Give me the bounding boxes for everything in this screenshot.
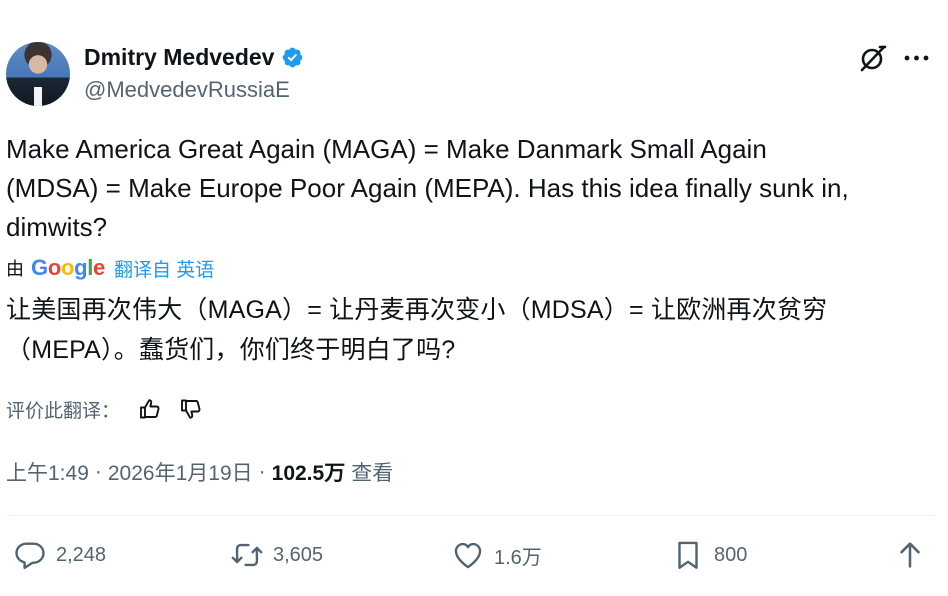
views-label: 查看	[351, 462, 394, 485]
reply-count: 2,248	[56, 543, 107, 566]
avatar[interactable]	[6, 42, 70, 106]
rate-translation-row: 评价此翻译：	[6, 395, 218, 423]
repost-button[interactable]: 3,605	[230, 533, 323, 577]
share-icon	[900, 542, 920, 568]
tweet-time[interactable]: 上午1:49	[6, 457, 89, 487]
share-button[interactable]	[893, 533, 927, 577]
meta-separator: ·	[258, 460, 266, 483]
repost-count: 3,605	[273, 543, 324, 566]
reply-bubble-icon	[15, 542, 45, 570]
retweet-icon	[231, 543, 263, 567]
divider	[6, 515, 936, 516]
like-count: 1.6万	[494, 546, 542, 569]
bookmark-icon	[678, 541, 698, 569]
meta-separator: ·	[94, 460, 102, 483]
author-name-row: Dmitry Medvedev	[84, 43, 304, 71]
tweet-actions-bar: 2,248 3,605 1.6万 800	[0, 533, 948, 577]
like-button[interactable]: 1.6万	[451, 533, 542, 577]
more-dots-icon[interactable]	[903, 53, 930, 63]
thumbs-up-icon[interactable]	[136, 395, 164, 423]
tweet-meta: 上午1:49 · 2026年1月19日 · 102.5万 查看	[6, 457, 393, 487]
thumbs-down-icon[interactable]	[177, 395, 205, 423]
verified-badge-icon[interactable]	[281, 46, 304, 69]
translated-from-link[interactable]: 翻译自 英语	[114, 255, 214, 282]
translated-by-label: 由	[6, 259, 24, 279]
heart-icon	[454, 542, 482, 569]
translated-text: 让美国再次伟大（MAGA）= 让丹麦再次变小（MDSA）= 让欧洲再次贫穷 （M…	[6, 296, 828, 364]
translation-attribution: 由 Google 翻译自 英语	[6, 254, 214, 282]
rate-translation-label: 评价此翻译：	[6, 400, 121, 422]
grok-icon[interactable]	[858, 43, 888, 73]
google-logo: Google	[31, 255, 105, 280]
author-name[interactable]: Dmitry Medvedev	[84, 43, 274, 71]
author-handle[interactable]: @MedvedevRussiaE	[84, 76, 290, 104]
tweet-date[interactable]: 2026年1月19日	[108, 457, 253, 487]
bookmark-button[interactable]: 800	[671, 533, 747, 577]
bookmark-count: 800	[714, 543, 748, 566]
reply-button[interactable]: 2,248	[13, 533, 106, 577]
tweet-text: Make America Great Again (MAGA) = Make D…	[6, 134, 849, 242]
views-count: 102.5万	[271, 462, 346, 485]
